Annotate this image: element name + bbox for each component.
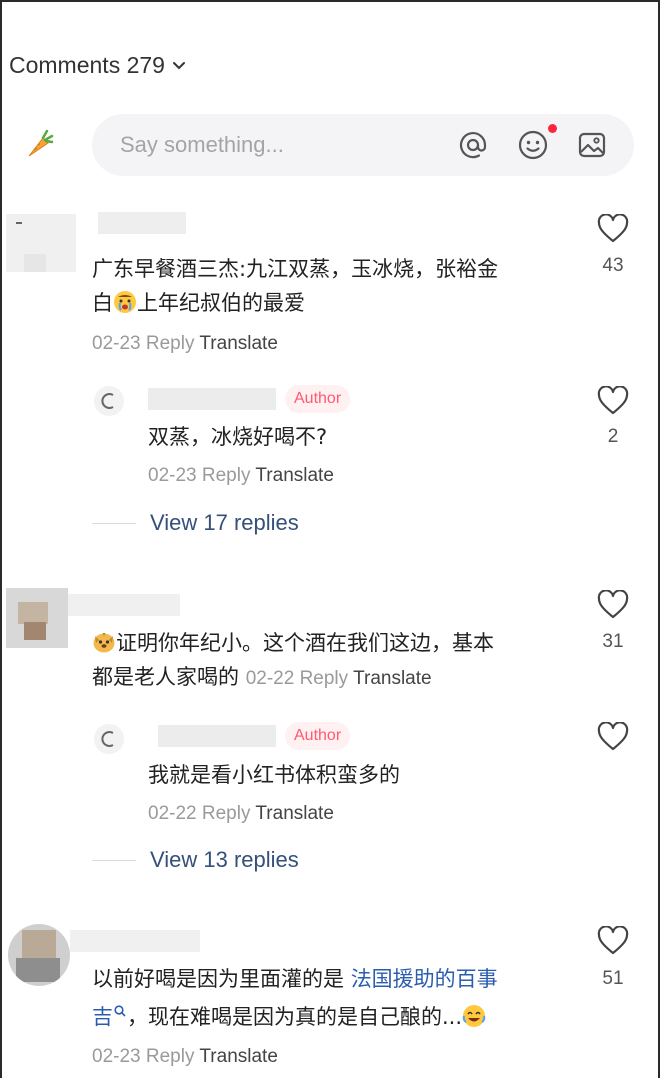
translate-link[interactable]: Translate [199, 1046, 278, 1067]
heart-icon[interactable] [596, 386, 630, 416]
author-badge: Author [285, 722, 351, 750]
comment-date: 02-23 [92, 1046, 141, 1067]
comment-text: 证明你年纪小。这个酒在我们这边，基本 都是老人家喝的 02-22 Reply T… [92, 626, 494, 696]
search-link[interactable]: 法国援助的百事 [351, 967, 498, 991]
comment-text-line: 白 [92, 291, 113, 315]
reply-link[interactable]: Reply [146, 1046, 195, 1067]
window-edge-top [0, 0, 660, 2]
reply-text: 我就是看小红书体积蛮多的 [148, 763, 400, 787]
translate-link[interactable]: Translate [199, 333, 278, 354]
blurred-avatar[interactable] [6, 588, 68, 648]
like-count: 2 [607, 426, 619, 447]
reply-link[interactable]: Reply [146, 333, 195, 354]
view-more-replies[interactable]: View 13 replies [92, 847, 299, 873]
author-badge: Author [285, 385, 351, 413]
reply-link[interactable]: Reply [300, 668, 349, 689]
image-icon[interactable] [574, 127, 610, 163]
reply-meta: 02-22 Reply Translate [148, 803, 334, 825]
comments-header[interactable]: Comments 279 [9, 52, 189, 79]
blurred-username[interactable] [148, 388, 276, 410]
at-icon[interactable] [455, 127, 491, 163]
dog-emoji-icon [92, 630, 116, 654]
laughing-emoji-icon [462, 1004, 486, 1028]
blurred-username[interactable] [70, 930, 200, 952]
comment-text-line: ，现在难喝是因为真的是自己酿的... [127, 1005, 463, 1029]
like-count: 43 [602, 255, 624, 276]
like-count: 51 [602, 968, 624, 989]
translate-link[interactable]: Translate [353, 668, 432, 689]
comment-meta: 02-23 Reply Translate [92, 333, 278, 355]
reply-text: 双蒸，冰烧好喝不? [148, 425, 328, 449]
view-replies-label[interactable]: View 17 replies [150, 510, 299, 536]
comment-input[interactable]: Say something... [92, 114, 634, 176]
heart-icon[interactable] [596, 590, 630, 620]
chevron-down-icon[interactable] [169, 56, 189, 76]
emoji-notification-dot [548, 124, 557, 133]
comment-text: 以前好喝是因为里面灌的是 法国援助的百事 吉 ，现在难喝是因为真的是自己酿的... [92, 962, 498, 1034]
blurred-avatar[interactable] [8, 924, 70, 986]
search-link[interactable]: 吉 [92, 1005, 113, 1029]
comment-input-placeholder: Say something... [120, 132, 284, 157]
comment-meta: 02-22 Reply Translate [246, 668, 432, 689]
reply-date: 02-23 [148, 465, 197, 486]
blurred-username[interactable] [68, 594, 180, 616]
translate-link[interactable]: Translate [255, 465, 334, 486]
emoji-icon[interactable] [515, 127, 551, 163]
reply-meta: 02-23 Reply Translate [148, 465, 334, 487]
translate-link[interactable]: Translate [255, 803, 334, 824]
divider [92, 859, 136, 861]
comment-text-line: 广东早餐酒三杰:九江双蒸，玉冰烧，张裕金 [92, 257, 499, 281]
comment-text-line: 上年纪叔伯的最爱 [137, 291, 305, 315]
comment-meta: 02-23 Reply Translate [92, 1046, 278, 1068]
crying-emoji-icon [113, 290, 137, 314]
reply-link[interactable]: Reply [202, 465, 251, 486]
comment-text-line: 以前好喝是因为里面灌的是 [92, 967, 351, 991]
carrot-avatar-icon[interactable] [17, 122, 61, 166]
view-replies-label[interactable]: View 13 replies [150, 847, 299, 873]
reply-avatar[interactable] [94, 386, 124, 416]
reply-avatar[interactable] [94, 724, 124, 754]
reply-link[interactable]: Reply [202, 803, 251, 824]
comment-text-line: 都是老人家喝的 [92, 665, 239, 689]
view-more-replies[interactable]: View 17 replies [92, 510, 299, 536]
comment-text-line: 证明你年纪小。这个酒在我们这边，基本 [116, 631, 494, 655]
like-count: 31 [602, 631, 624, 652]
search-mini-icon[interactable] [113, 1004, 127, 1022]
blurred-username[interactable] [98, 212, 186, 234]
heart-icon[interactable] [596, 926, 630, 956]
comment-date: 02-23 [92, 333, 141, 354]
reply-date: 02-22 [148, 803, 197, 824]
comment-text: 广东早餐酒三杰:九江双蒸，玉冰烧，张裕金 白上年纪叔伯的最爱 [92, 252, 498, 320]
blurred-username[interactable] [158, 725, 276, 747]
heart-icon[interactable] [596, 214, 630, 244]
comment-compose-bar: Say something... [0, 112, 660, 182]
divider [92, 522, 136, 524]
comment-date: 02-22 [245, 668, 295, 689]
blurred-avatar[interactable] [6, 214, 76, 272]
comments-count-title: Comments 279 [9, 52, 165, 78]
heart-icon[interactable] [596, 722, 630, 752]
